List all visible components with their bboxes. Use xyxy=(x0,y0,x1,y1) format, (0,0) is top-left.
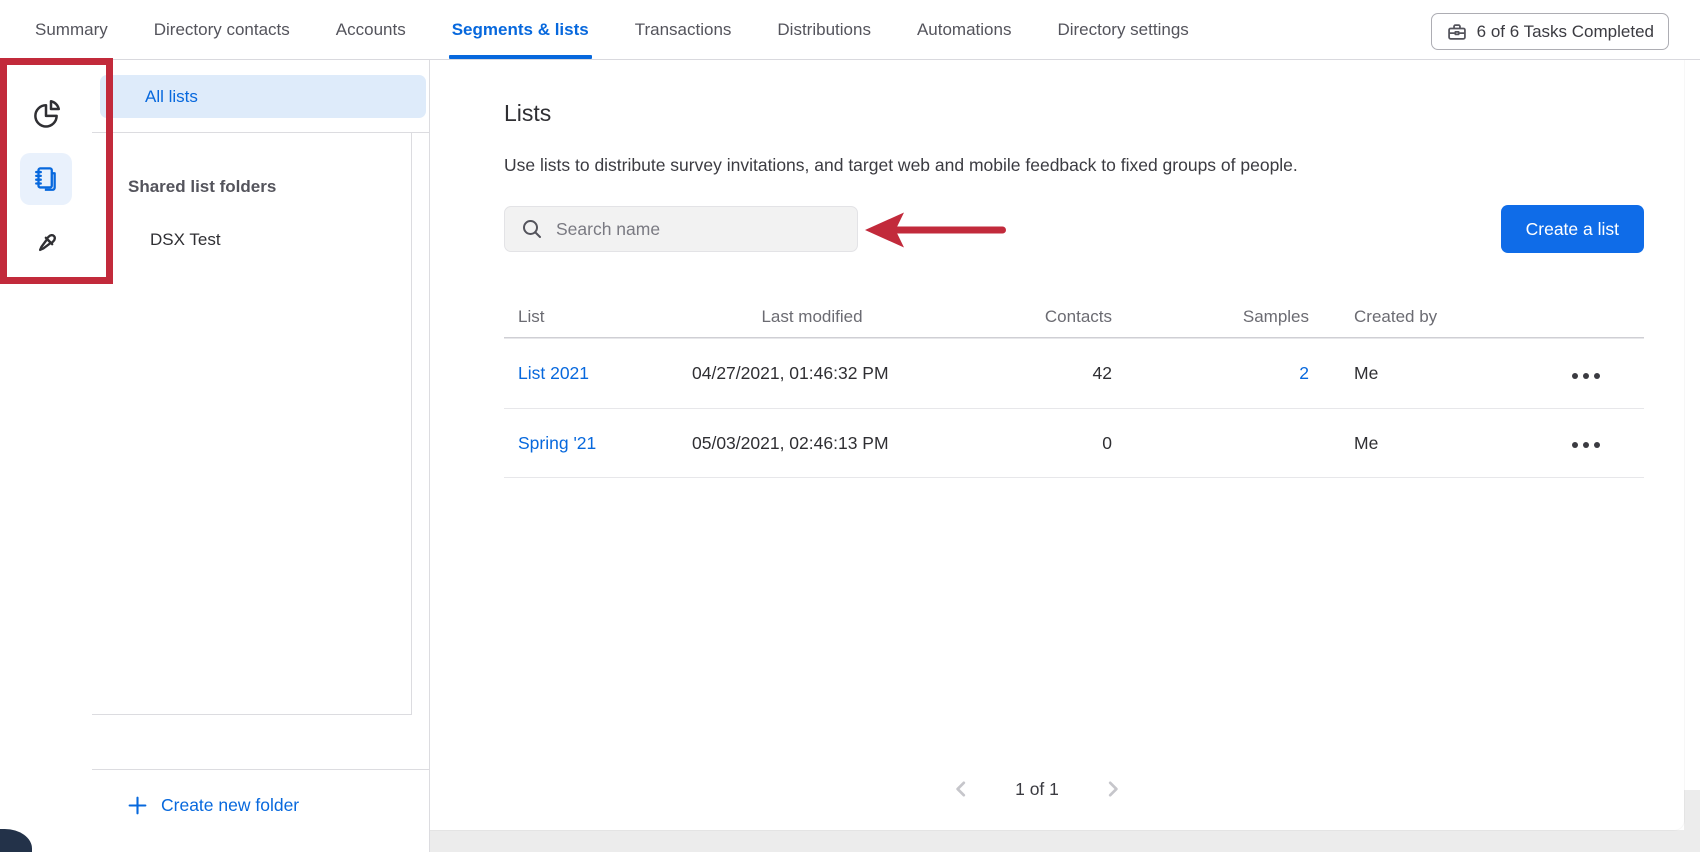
pagination-label: 1 of 1 xyxy=(1015,779,1059,800)
col-header-modified: Last modified xyxy=(692,307,932,327)
pagination-next-button[interactable] xyxy=(1101,776,1125,802)
sidebar-item-all-lists[interactable]: All lists xyxy=(100,75,426,118)
tasks-completed-button[interactable]: 6 of 6 Tasks Completed xyxy=(1431,13,1669,50)
tab-transactions[interactable]: Transactions xyxy=(612,0,755,59)
last-modified-value: 04/27/2021, 01:46:32 PM xyxy=(692,363,932,384)
pagination-prev-button[interactable] xyxy=(949,776,973,802)
chevron-right-icon xyxy=(1105,786,1121,801)
chevron-left-icon xyxy=(953,786,969,801)
tab-automations[interactable]: Automations xyxy=(894,0,1035,59)
lists-notebook-icon[interactable] xyxy=(20,153,72,205)
table-row: Spring '21 05/03/2021, 02:46:13 PM 0 Me xyxy=(504,408,1644,478)
search-icon xyxy=(520,217,544,241)
last-modified-value: 05/03/2021, 02:46:13 PM xyxy=(692,433,932,454)
contacts-value: 0 xyxy=(932,433,1122,454)
lists-sidebar: All lists Shared list folders DSX Test C… xyxy=(92,60,430,852)
col-header-created-by: Created by xyxy=(1319,307,1524,327)
sidebar-gap xyxy=(92,715,429,770)
list-link[interactable]: Spring '21 xyxy=(518,433,596,453)
annotation-arrow xyxy=(862,209,1012,256)
sample-eyedropper-icon[interactable] xyxy=(20,218,72,270)
tab-directory-settings[interactable]: Directory settings xyxy=(1034,0,1211,59)
tab-summary[interactable]: Summary xyxy=(12,0,131,59)
app-icon-rail xyxy=(0,60,92,852)
tab-segments-and-lists[interactable]: Segments & lists xyxy=(429,0,612,59)
lists-table: List Last modified Contacts Samples Crea… xyxy=(504,296,1644,478)
create-a-list-button[interactable]: Create a list xyxy=(1501,205,1644,253)
list-link[interactable]: List 2021 xyxy=(518,363,589,383)
folder-item-dsx-test[interactable]: DSX Test xyxy=(92,230,411,250)
col-header-contacts: Contacts xyxy=(932,307,1122,327)
page-title: Lists xyxy=(504,100,1644,127)
row-actions-button[interactable] xyxy=(1570,367,1602,385)
tasks-completed-label: 6 of 6 Tasks Completed xyxy=(1477,22,1654,42)
page-background-strip xyxy=(430,830,1700,852)
row-actions-button[interactable] xyxy=(1570,436,1602,454)
page-description: Use lists to distribute survey invitatio… xyxy=(504,155,1644,176)
search-box[interactable] xyxy=(504,206,858,252)
directory-tabs: Summary Directory contacts Accounts Segm… xyxy=(12,0,1212,59)
created-by-value: Me xyxy=(1319,363,1524,384)
table-row: List 2021 04/27/2021, 01:46:32 PM 42 2 M… xyxy=(504,338,1644,408)
page-background-strip-right xyxy=(1684,790,1700,830)
tab-accounts[interactable]: Accounts xyxy=(313,0,429,59)
created-by-value: Me xyxy=(1319,433,1524,454)
shared-folders-heading: Shared list folders xyxy=(92,133,411,197)
table-header-row: List Last modified Contacts Samples Crea… xyxy=(504,296,1644,338)
segments-pie-icon[interactable] xyxy=(20,88,72,140)
contacts-value: 42 xyxy=(932,363,1122,384)
col-header-samples: Samples xyxy=(1122,307,1319,327)
briefcase-icon xyxy=(1446,21,1468,43)
create-folder-label: Create new folder xyxy=(161,795,299,816)
create-new-folder-button[interactable]: Create new folder xyxy=(92,795,429,816)
pagination: 1 of 1 xyxy=(430,776,1644,802)
col-header-list: List xyxy=(504,307,692,327)
tab-distributions[interactable]: Distributions xyxy=(754,0,894,59)
plus-icon xyxy=(127,795,148,816)
top-navigation: Summary Directory contacts Accounts Segm… xyxy=(0,0,1700,60)
search-input[interactable] xyxy=(556,219,826,240)
tab-directory-contacts[interactable]: Directory contacts xyxy=(131,0,313,59)
samples-link[interactable]: 2 xyxy=(1299,363,1309,383)
shared-folders-panel: Shared list folders DSX Test xyxy=(92,133,412,715)
all-lists-label: All lists xyxy=(145,87,198,107)
lists-panel: Lists Use lists to distribute survey inv… xyxy=(430,60,1684,830)
